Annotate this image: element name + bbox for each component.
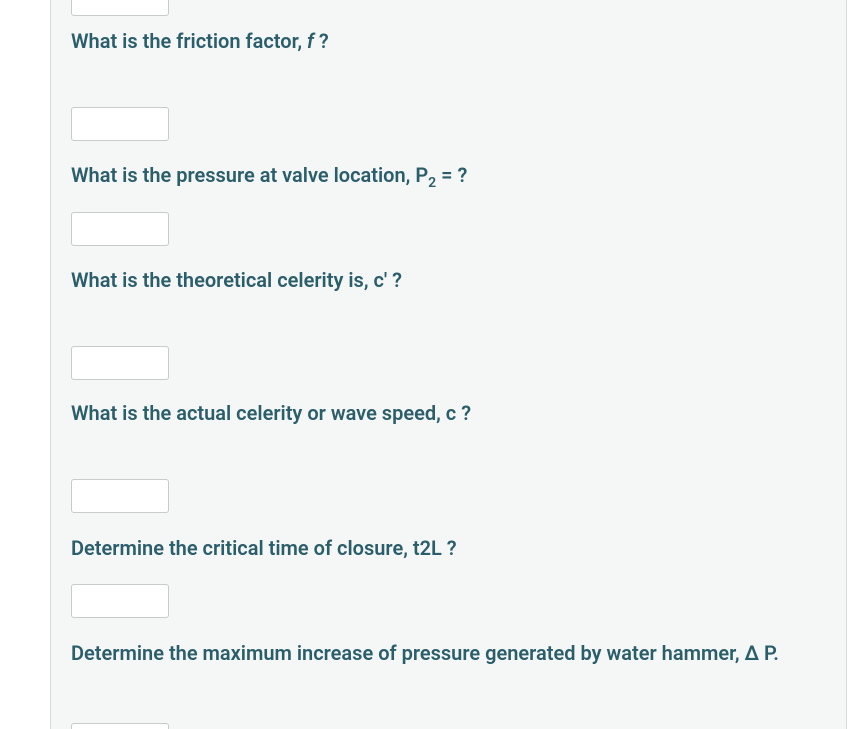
- question-text: Determine the critical time of closure, …: [71, 536, 457, 560]
- question-panel: What is the friction factor, f ? What is…: [50, 0, 847, 729]
- question-max-pressure-increase: Determine the maximum increase of pressu…: [71, 640, 806, 667]
- answer-input-actual-celerity[interactable]: [71, 479, 169, 513]
- page-wrap: What is the friction factor, f ? What is…: [0, 0, 849, 729]
- question-critical-time: Determine the critical time of closure, …: [71, 535, 806, 562]
- answer-input-max-pressure-increase[interactable]: [71, 723, 169, 729]
- answer-input-pressure-p2[interactable]: [71, 212, 169, 246]
- question-actual-celerity: What is the actual celerity or wave spee…: [71, 400, 806, 427]
- answer-input-theoretical-celerity[interactable]: [71, 346, 169, 380]
- question-text: What is the theoretical celerity is, c' …: [71, 268, 402, 292]
- question-theoretical-celerity: What is the theoretical celerity is, c' …: [71, 267, 806, 294]
- question-friction-factor: What is the friction factor, f ?: [71, 28, 806, 55]
- question-variable-f: f: [307, 29, 314, 53]
- answer-input-prev[interactable]: [71, 0, 169, 16]
- question-text: What is the pressure at valve location, …: [71, 163, 428, 187]
- answer-input-friction-factor[interactable]: [71, 107, 169, 141]
- question-text: What is the actual celerity or wave spee…: [71, 401, 471, 425]
- question-text: = ?: [436, 163, 467, 187]
- question-text: What is the friction factor,: [71, 29, 307, 53]
- answer-input-critical-time[interactable]: [71, 584, 169, 618]
- question-text: ?: [314, 29, 329, 53]
- subscript-2: 2: [428, 175, 436, 191]
- question-pressure-p2: What is the pressure at valve location, …: [71, 162, 806, 193]
- question-text: Determine the maximum increase of pressu…: [71, 641, 779, 665]
